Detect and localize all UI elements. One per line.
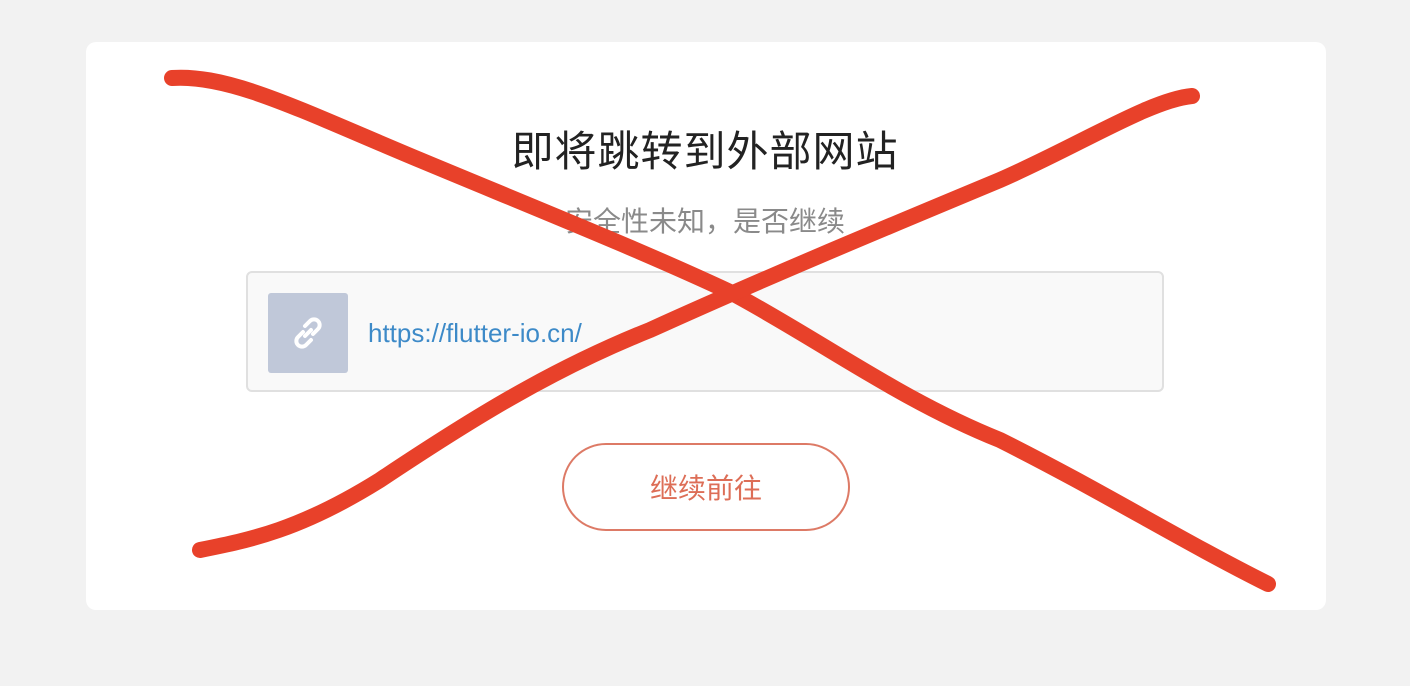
page-subtitle: 安全性未知，是否继续 <box>564 205 845 238</box>
link-icon <box>294 317 322 349</box>
external-link-url[interactable]: https://flutter-io.cn/ <box>368 313 582 353</box>
link-thumbnail <box>268 293 348 373</box>
page-title: 即将跳转到外部网站 <box>511 127 899 176</box>
page: 即将跳转到外部网站 安全性未知，是否继续 https://flutter-io.… <box>0 0 1410 686</box>
link-preview-box[interactable]: https://flutter-io.cn/ <box>246 271 1164 392</box>
continue-button[interactable]: 继续前往 <box>562 443 850 531</box>
